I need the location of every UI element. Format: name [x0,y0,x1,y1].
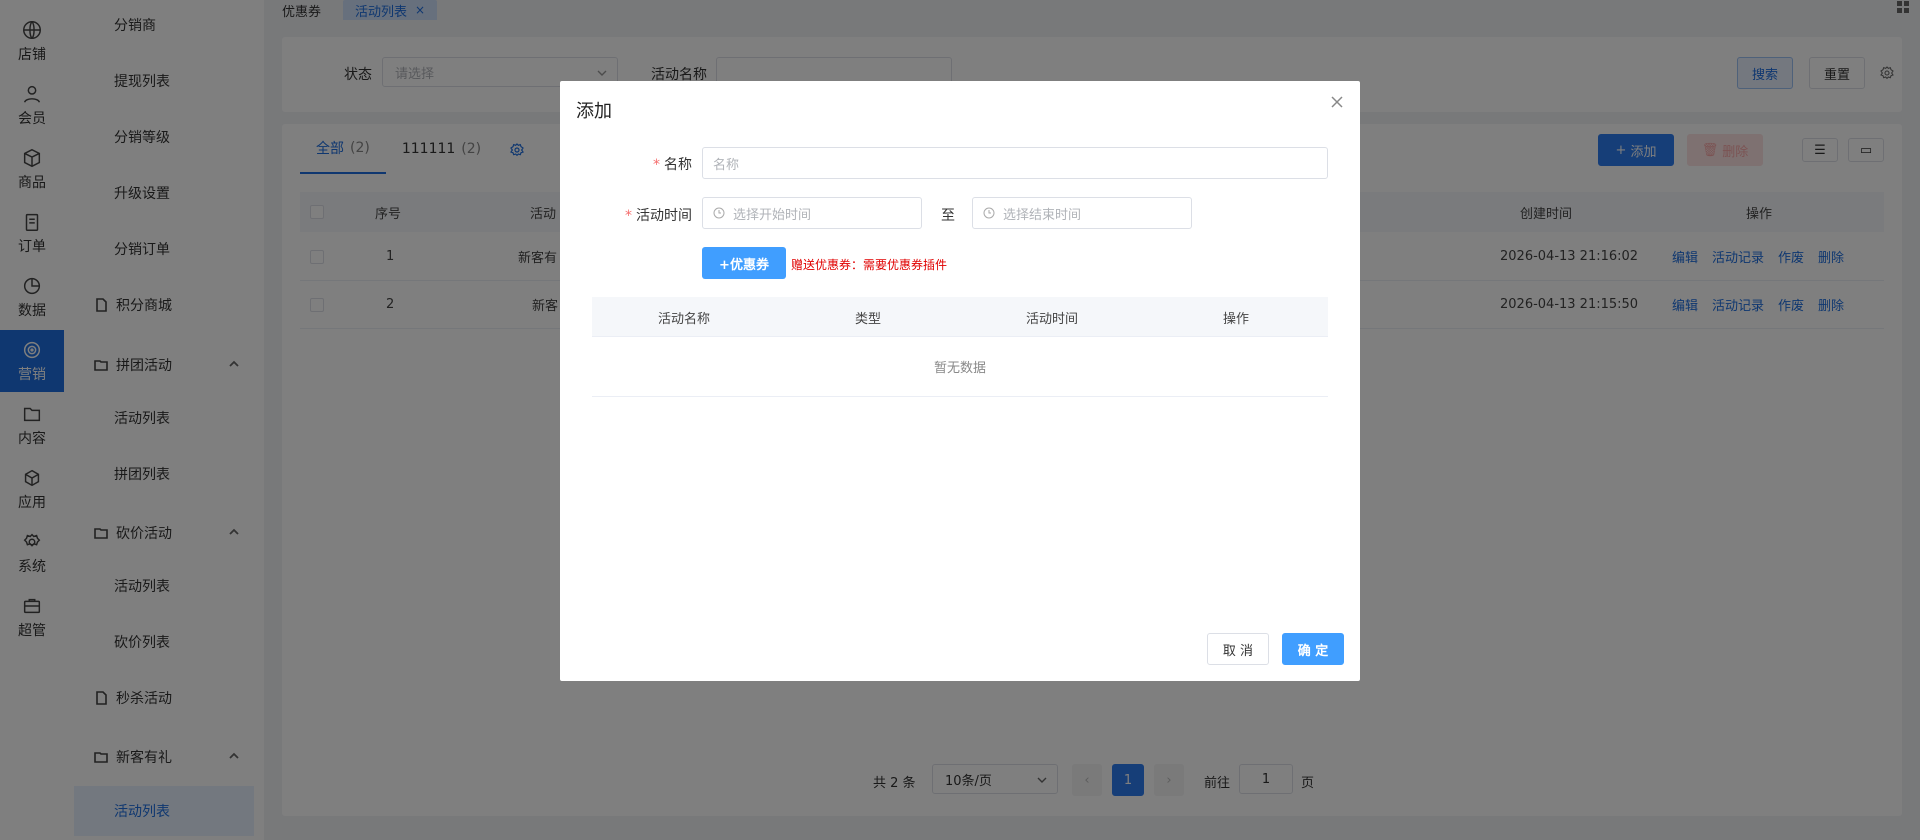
add-dialog: 添加 * 名称 名称 * 活动时间 选择开始时间 至 选择结束时间 +优惠券 赠送优… [560,81,1360,681]
name-placeholder: 名称 [713,157,740,173]
empty-state: 暂无数据 [592,337,1328,397]
required-mark: * [653,157,660,173]
coupon-tip: 赠送优惠券：需要优惠券插件 [791,258,948,272]
coupon-table-header: 活动名称 类型 活动时间 操作 [592,297,1328,337]
add-coupon-button[interactable]: +优惠券 [702,247,786,279]
coupon-table: 活动名称 类型 活动时间 操作 暂无数据 [592,297,1328,397]
clock-icon [983,207,995,219]
activity-time-label: * 活动时间 [610,205,692,225]
end-time-picker[interactable]: 选择结束时间 [972,197,1192,229]
range-separator: 至 [941,208,955,224]
start-time-picker[interactable]: 选择开始时间 [702,197,922,229]
name-label: * 名称 [650,154,692,174]
confirm-label: 确 定 [1297,643,1329,659]
start-time-placeholder: 选择开始时间 [733,207,812,223]
confirm-button[interactable]: 确 定 [1282,633,1344,665]
close-icon[interactable] [1328,93,1346,111]
col-type: 类型 [854,311,881,327]
end-time-placeholder: 选择结束时间 [1003,207,1082,223]
activity-time-label-text: 活动时间 [636,208,692,224]
col-ops: 操作 [1222,311,1249,327]
required-mark: * [625,208,632,224]
clock-icon [713,207,725,219]
dialog-title: 添加 [576,101,612,122]
name-label-text: 名称 [664,157,692,173]
name-input[interactable]: 名称 [702,147,1328,179]
col-activity-time: 活动时间 [1025,311,1078,327]
cancel-label: 取 消 [1222,643,1254,659]
col-activity-name: 活动名称 [657,311,710,327]
cancel-button[interactable]: 取 消 [1207,633,1269,665]
